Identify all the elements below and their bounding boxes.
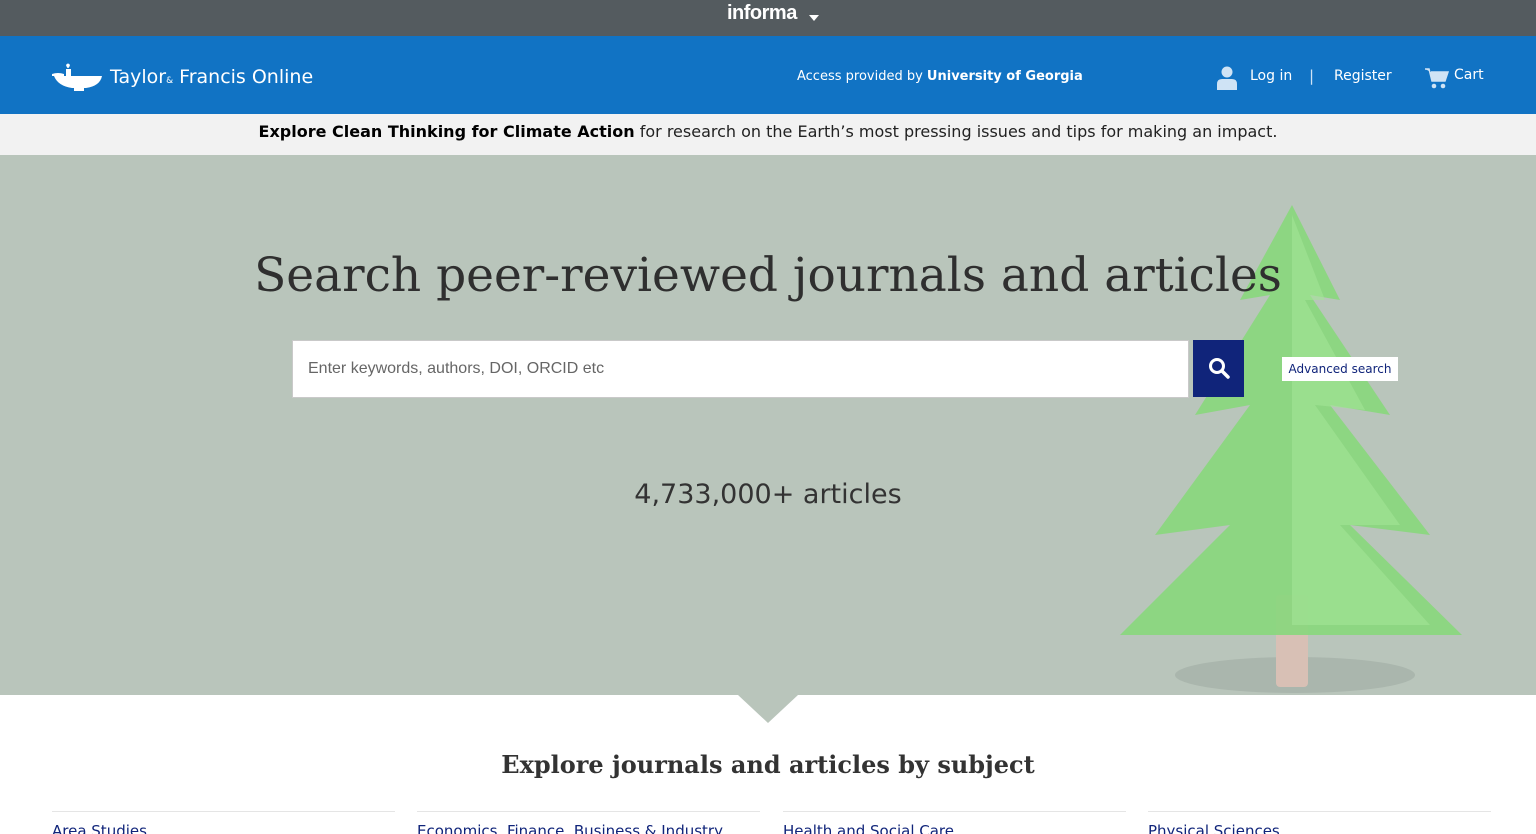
search-icon xyxy=(1209,358,1230,379)
advanced-search-link[interactable]: Advanced search xyxy=(1282,357,1398,381)
informa-logo[interactable]: informa xyxy=(727,2,797,25)
promo-text: Explore Clean Thinking for Climate Actio… xyxy=(258,122,1278,141)
explore-title: Explore journals and articles by subject xyxy=(501,750,1035,779)
search-input[interactable] xyxy=(293,341,1188,397)
subject-item[interactable]: Economics, Finance, Business & Industry xyxy=(417,811,760,834)
subject-item[interactable]: Health and Social Care xyxy=(783,811,1126,834)
login-link[interactable]: Log in xyxy=(1250,68,1292,84)
register-link[interactable]: Register xyxy=(1334,68,1392,84)
taylor-francis-logo[interactable]: Taylor& Francis Online xyxy=(52,60,317,94)
subject-item[interactable]: Physical Sciences xyxy=(1148,811,1491,834)
hero-section: Search peer-reviewed journals and articl… xyxy=(0,155,1536,695)
informa-bar: informa xyxy=(0,0,1536,36)
article-count: 4,733,000+ articles xyxy=(634,479,902,510)
user-icon[interactable] xyxy=(1217,66,1237,90)
site-header: Taylor& Francis Online Access provided b… xyxy=(0,36,1536,114)
divider: | xyxy=(1309,67,1315,85)
access-provided-text: Access provided by University of Georgia xyxy=(797,69,1083,84)
promo-link[interactable]: Explore Clean Thinking for Climate Actio… xyxy=(259,122,635,141)
institution-name: University of Georgia xyxy=(926,69,1083,84)
caret-down-icon[interactable] xyxy=(809,15,819,21)
search-box xyxy=(292,340,1189,398)
cart-icon[interactable] xyxy=(1425,67,1449,89)
logo-text: Taylor& Francis Online xyxy=(110,66,314,88)
cart-link[interactable]: Cart xyxy=(1454,67,1484,83)
hero-title: Search peer-reviewed journals and articl… xyxy=(254,248,1282,303)
subject-link[interactable]: Area Studies xyxy=(52,822,147,834)
subject-link[interactable]: Health and Social Care xyxy=(783,822,954,834)
subject-item[interactable]: Area Studies xyxy=(52,811,395,834)
search-button[interactable] xyxy=(1193,340,1244,397)
subject-link[interactable]: Physical Sciences xyxy=(1148,822,1280,834)
subject-link[interactable]: Economics, Finance, Business & Industry xyxy=(417,822,723,834)
hero-pointer xyxy=(738,695,798,723)
promo-banner: Explore Clean Thinking for Climate Actio… xyxy=(0,114,1536,155)
lamp-icon xyxy=(52,63,102,91)
